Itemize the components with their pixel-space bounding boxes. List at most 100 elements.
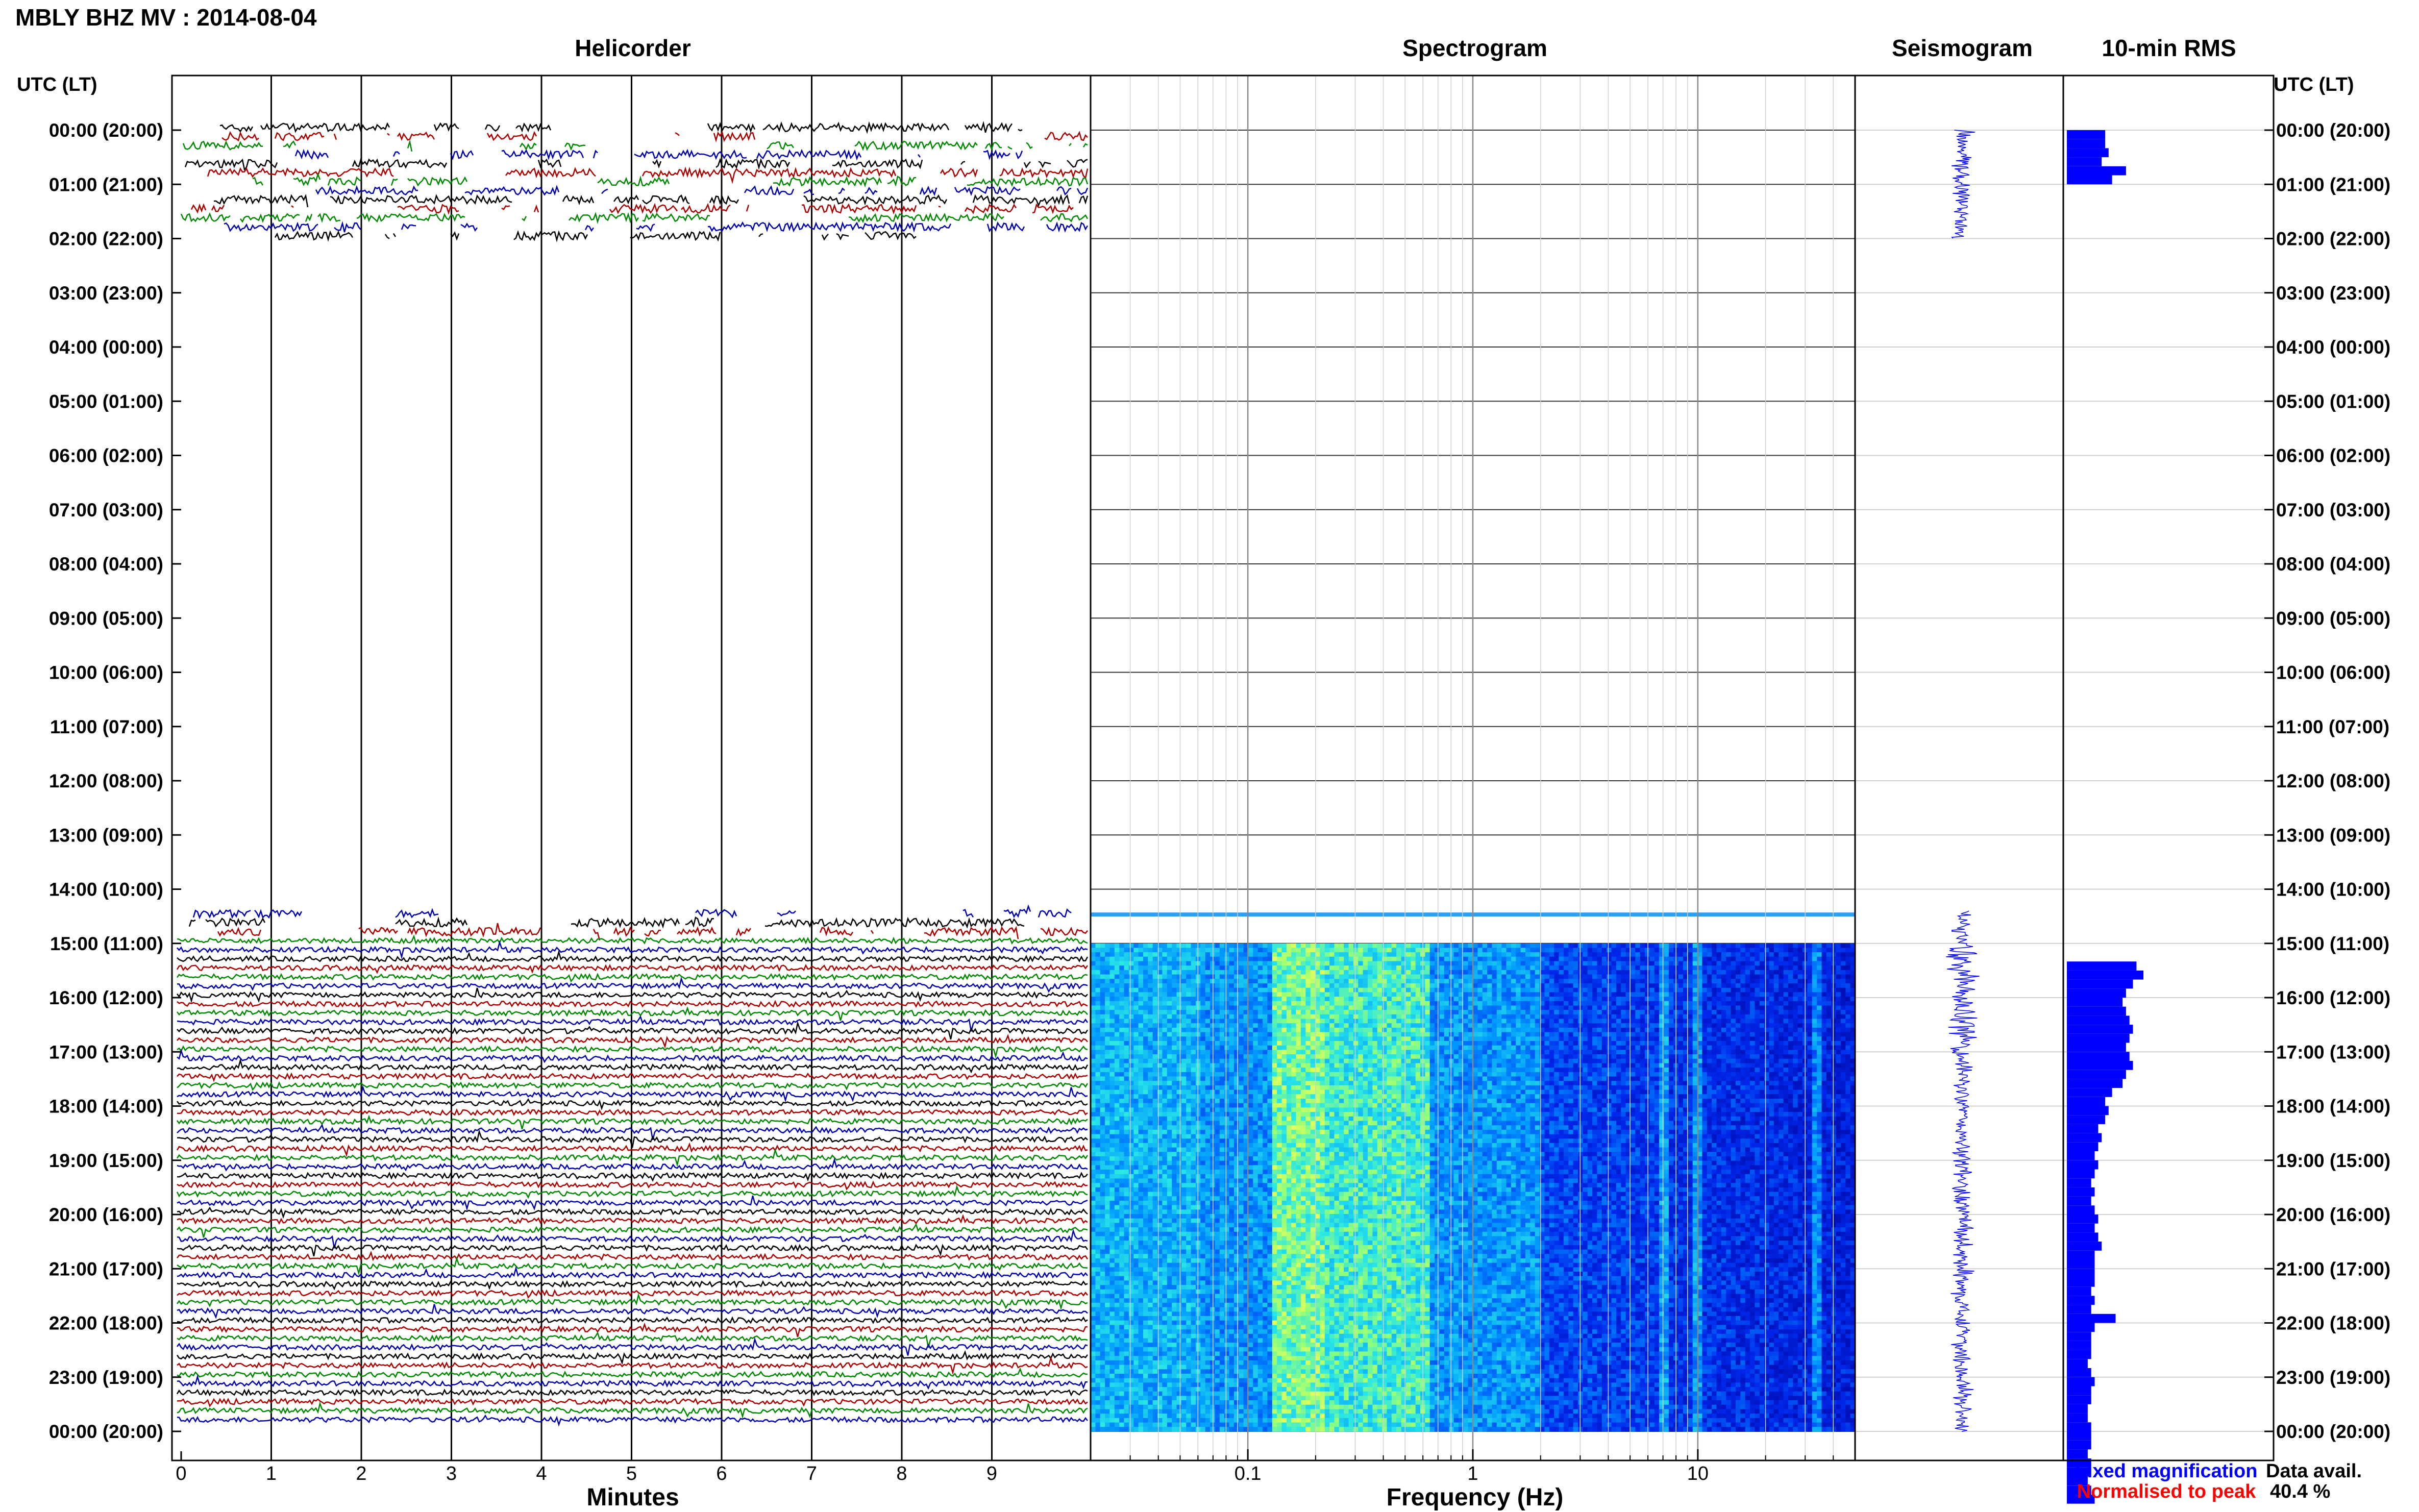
spectrogram-cell [1840,1058,1846,1064]
spectrogram-cell [1205,1032,1211,1037]
spectrogram-cell [1731,1019,1736,1024]
spectrogram-cell [1840,1050,1846,1055]
spectrogram-cell [1167,983,1172,988]
spectrogram-cell [1263,1014,1268,1020]
spectrogram-cell [1845,987,1851,993]
spectrogram-cell [1267,1027,1273,1033]
spectrogram-cell [1405,1023,1412,1028]
spectrogram-cell [1692,1068,1698,1073]
spectrogram-cell [1391,1063,1397,1068]
spectrogram-cell [1592,1001,1598,1006]
spectrogram-cell [1348,1005,1354,1010]
spectrogram-cell [1152,1032,1158,1037]
spectrogram-cell [1172,987,1177,993]
spectrogram-cell [1587,987,1593,993]
spectrogram-cell [1659,1005,1665,1010]
spectrogram-cell [1621,1014,1626,1020]
spectrogram-cell [1167,1063,1172,1068]
spectrogram-cell [1563,1027,1569,1033]
spectrogram-cell [1554,1058,1560,1064]
spectrogram-cell [1797,1045,1803,1051]
spectrogram-cell [1348,965,1354,971]
spectrogram-cell [1745,997,1750,1002]
spectrogram-cell [1578,987,1584,993]
spectrogram-cell [1200,974,1206,980]
spectrogram-cell [1745,1041,1750,1046]
spectrogram-cell [1344,1045,1349,1051]
spectrogram-cell [1645,1019,1650,1024]
spectrogram-cell [1826,1045,1832,1051]
spectrogram-cell [1353,979,1359,984]
spectrogram-cell [1831,1010,1837,1015]
spectrogram-cell [1492,961,1497,966]
spectrogram-cell [1239,1032,1244,1037]
spectrogram-cell [1678,970,1684,975]
spectrogram-cell [1473,997,1478,1002]
spectrogram-cell [1654,979,1660,984]
spectrogram-cell [1128,1023,1134,1028]
spectrogram-cell [1186,987,1192,993]
spectrogram-cell [1109,1050,1115,1055]
spectrogram-cell [1368,1045,1373,1051]
spectrogram-cell [1611,1023,1617,1028]
spectrogram-cell [1124,961,1129,966]
spectrogram-cell [1124,1041,1129,1046]
spectrogram-cell [1363,974,1368,980]
spectrogram-cell [1109,992,1115,997]
spectrogram-cell [1181,948,1187,953]
spectrogram-cell [1411,943,1416,949]
spectrogram-cell [1473,1068,1478,1073]
spectrogram-cell [1344,970,1349,975]
spectrogram-cell [1511,948,1517,953]
spectrogram-cell [1401,1068,1406,1073]
spectrogram-cell [1191,1050,1196,1055]
spectrogram-cell [1607,1005,1612,1010]
spectrogram-cell [1482,1058,1488,1064]
spectrogram-cell [1172,948,1177,953]
spectrogram-cell [1176,1054,1182,1059]
spectrogram-cell [1363,956,1368,962]
spectrogram-cell [1300,1036,1306,1042]
spectrogram-cell [1817,1014,1822,1020]
spectrogram-cell [1124,1032,1129,1037]
spectrogram-cell [1721,974,1726,980]
spectrogram-cell [1712,1014,1717,1020]
spectrogram-cell [1645,956,1650,962]
spectrogram-cell [1779,1041,1784,1046]
spectrogram-cell [1563,1005,1569,1010]
spectrogram-cell [1229,970,1235,975]
spectrogram-cell [1239,1005,1244,1010]
spectrogram-cell [1773,983,1779,988]
spectrogram-cell [1109,956,1115,962]
spectrogram-cell [1382,1041,1388,1046]
spectrogram-cell [1128,1045,1134,1051]
spectrogram-cell [1621,1058,1626,1064]
spectrogram-cell [1191,1027,1196,1033]
spectrogram-cell [1148,992,1153,997]
spectrogram-cell [1645,974,1650,980]
spectrogram-cell [1845,1036,1851,1042]
spectrogram-cell [1263,1005,1268,1010]
spectrogram-cell [1616,1019,1622,1024]
spectrogram-cell [1233,1023,1240,1028]
spectrogram-cell [1559,943,1564,949]
spectrogram-cell [1773,1072,1779,1077]
spectrogram-cell [1707,1019,1712,1024]
spectrogram-cell [1138,1023,1144,1028]
spectrogram-cell [1501,1032,1507,1037]
spectrogram-cell [1597,1045,1602,1051]
spectrogram-cell [1645,1032,1650,1037]
spectrogram-cell [1114,1063,1120,1068]
spectrogram-cell [1401,1058,1406,1064]
spectrogram-cell [1597,956,1602,962]
spectrogram-cell [1807,952,1813,957]
spectrogram-cell [1745,1032,1750,1037]
spectrogram-cell [1286,987,1292,993]
spectrogram-cell [1148,1050,1153,1055]
spectrogram-cell [1119,979,1125,984]
spectrogram-cell [1554,974,1560,980]
spectrogram-cell [1277,1032,1282,1037]
spectrogram-cell [1821,1036,1827,1042]
spectrogram-cell [1826,1027,1832,1033]
spectrogram-cell [1358,952,1364,957]
